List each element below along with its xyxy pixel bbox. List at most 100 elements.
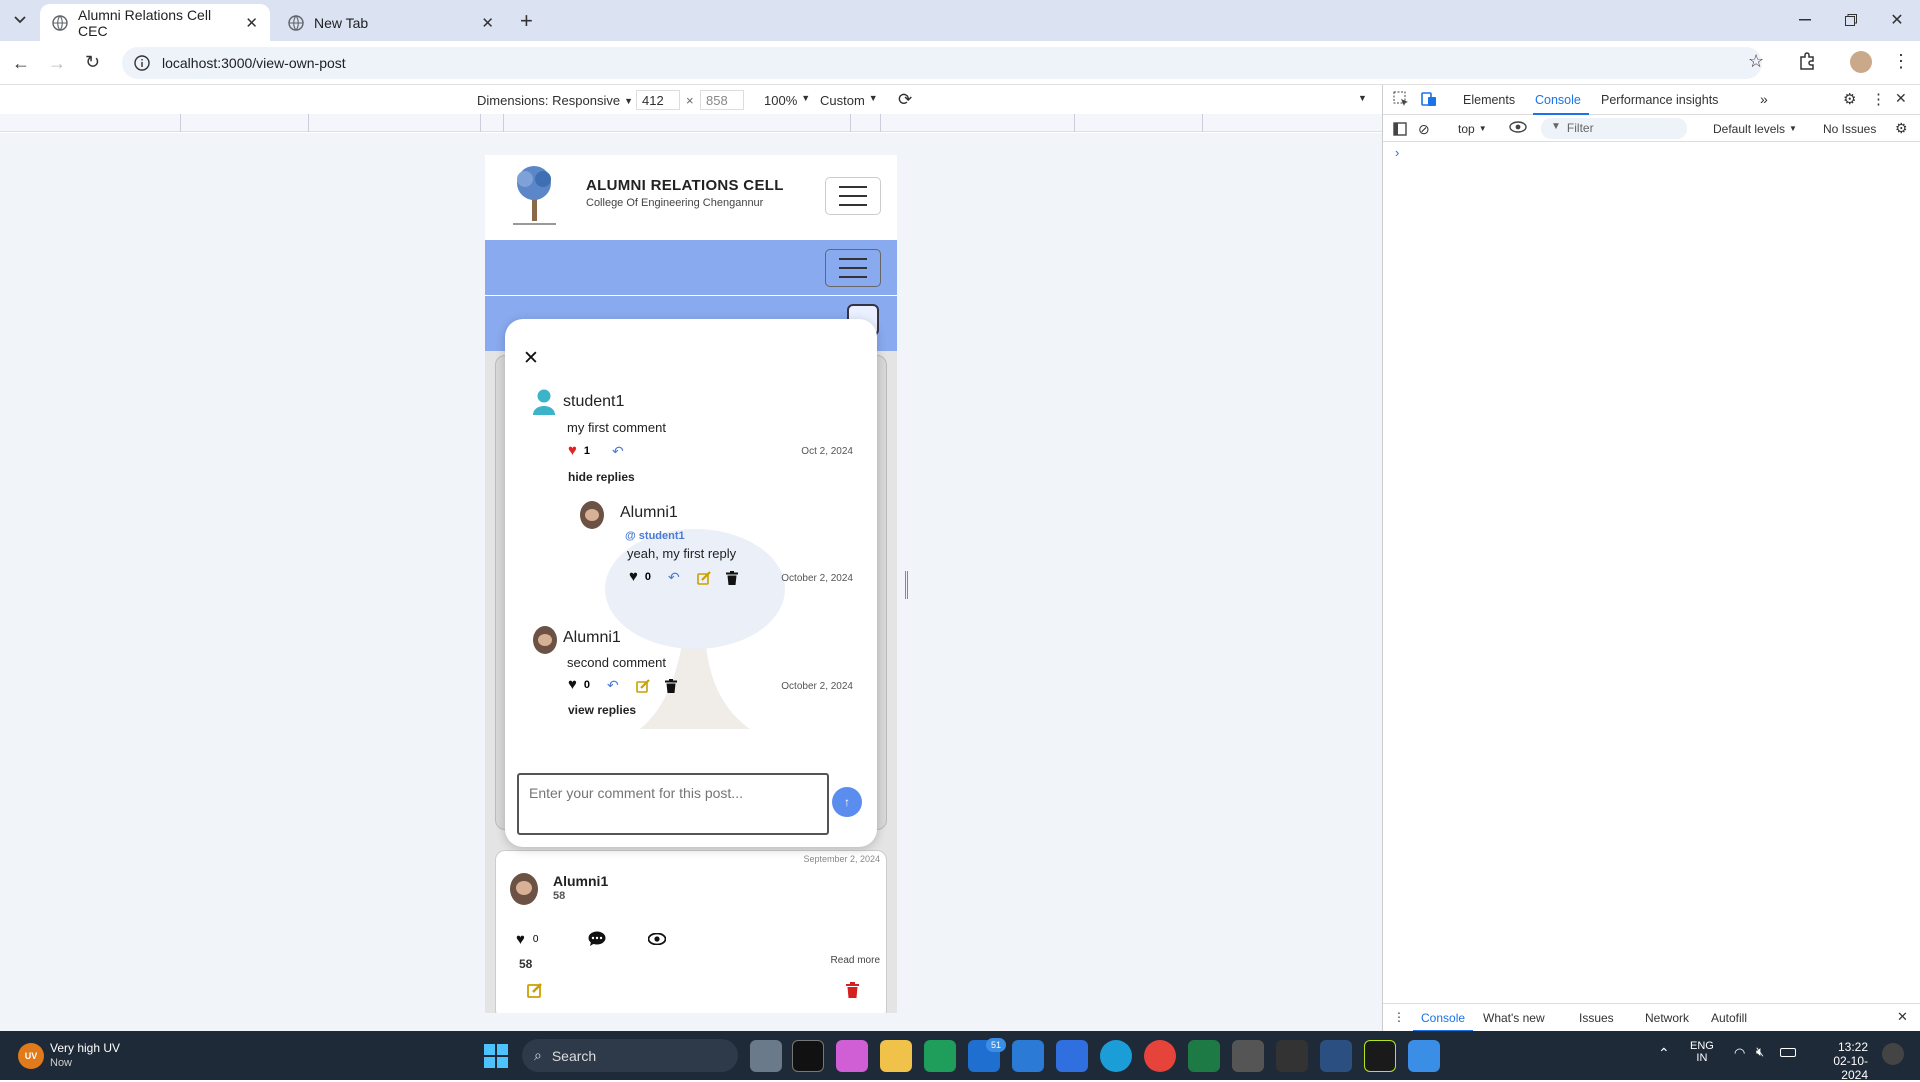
reply-icon[interactable]: ↶ bbox=[612, 443, 624, 460]
rotate-icon[interactable]: ⟳ bbox=[898, 90, 912, 110]
terminal-icon[interactable] bbox=[792, 1040, 824, 1072]
language-indicator[interactable]: ENG IN bbox=[1690, 1040, 1714, 1064]
edge-icon[interactable] bbox=[1100, 1040, 1132, 1072]
devtools-menu-icon[interactable]: ⋮ bbox=[1871, 90, 1886, 108]
drawer-tab-autofill[interactable]: Autofill bbox=[1711, 1011, 1747, 1025]
tab-alumni-relations[interactable]: Alumni Relations Cell CEC ✕ bbox=[40, 4, 270, 41]
forward-icon[interactable]: → bbox=[48, 53, 66, 74]
pycharm-icon[interactable] bbox=[1364, 1040, 1396, 1072]
throttle-select[interactable]: Custom ▼ bbox=[820, 93, 878, 108]
vscode-icon[interactable] bbox=[1012, 1040, 1044, 1072]
site-info-icon[interactable] bbox=[134, 55, 150, 71]
eye-icon[interactable] bbox=[648, 933, 666, 945]
app-icon-3[interactable] bbox=[1320, 1040, 1352, 1072]
copilot-icon[interactable] bbox=[836, 1040, 868, 1072]
taskbar-search-box[interactable]: ⌕ Search bbox=[522, 1039, 738, 1072]
issues-count[interactable]: No Issues bbox=[1823, 122, 1876, 136]
toggle-replies-link[interactable]: view replies bbox=[568, 703, 636, 717]
close-drawer-icon[interactable]: ✕ bbox=[1897, 1009, 1908, 1025]
reply-author-avatar[interactable] bbox=[580, 501, 604, 529]
edit-icon[interactable] bbox=[636, 679, 650, 693]
bookmark-star-icon[interactable]: ☆ bbox=[1748, 51, 1764, 72]
tab-performance-insights[interactable]: Performance insights bbox=[1601, 93, 1718, 107]
post-like-button[interactable]: ♥ 0 bbox=[516, 931, 538, 948]
device-more-icon[interactable]: ▼ bbox=[1358, 93, 1367, 103]
comment-like-button[interactable]: ♥ 0 bbox=[568, 676, 590, 693]
tab-search-icon[interactable] bbox=[8, 10, 32, 30]
send-comment-button[interactable]: ↑ bbox=[832, 787, 862, 817]
log-levels-select[interactable]: Default levels ▼ bbox=[1713, 122, 1797, 136]
profile-avatar[interactable] bbox=[1850, 51, 1872, 73]
excel-icon[interactable] bbox=[1188, 1040, 1220, 1072]
weather-title[interactable]: Very high UV bbox=[50, 1041, 120, 1055]
nav-menu-button[interactable] bbox=[825, 249, 881, 287]
close-tab-icon[interactable]: ✕ bbox=[481, 14, 494, 32]
live-expression-eye-icon[interactable] bbox=[1509, 120, 1527, 134]
restore-icon[interactable] bbox=[1828, 0, 1874, 40]
start-windows-icon[interactable] bbox=[484, 1044, 508, 1068]
read-more-link[interactable]: Read more bbox=[831, 955, 880, 966]
wifi-icon[interactable]: ◠ bbox=[1734, 1045, 1745, 1061]
trash-icon[interactable] bbox=[726, 571, 738, 585]
close-modal-icon[interactable]: ✕ bbox=[523, 347, 539, 370]
comment-author[interactable]: Alumni1 bbox=[563, 629, 621, 647]
settings-gear-icon[interactable]: ⚙ bbox=[1843, 90, 1856, 108]
toggle-replies-link[interactable]: hide replies bbox=[568, 470, 635, 484]
tab-console[interactable]: Console bbox=[1535, 93, 1581, 107]
zoom-select[interactable]: 100% ▼ bbox=[764, 93, 810, 108]
close-window-icon[interactable]: ✕ bbox=[1874, 0, 1920, 40]
clear-console-icon[interactable]: ⊘ bbox=[1418, 121, 1430, 138]
tab-new-tab[interactable]: New Tab ✕ bbox=[276, 4, 506, 41]
edit-icon[interactable] bbox=[697, 571, 711, 585]
drawer-menu-icon[interactable]: ⋮ bbox=[1393, 1010, 1405, 1024]
reply-icon[interactable]: ↶ bbox=[607, 677, 619, 694]
comment-like-button[interactable]: ♥ 1 bbox=[568, 442, 590, 459]
author-avatar[interactable] bbox=[510, 873, 538, 905]
extensions-icon[interactable] bbox=[1798, 52, 1816, 70]
more-tabs-icon[interactable]: » bbox=[1760, 91, 1768, 107]
notepad-icon[interactable] bbox=[1408, 1040, 1440, 1072]
resize-handle-right[interactable] bbox=[905, 571, 908, 599]
comment-author[interactable]: student1 bbox=[563, 393, 624, 411]
header-menu-button[interactable] bbox=[825, 177, 881, 215]
close-tab-icon[interactable]: ✕ bbox=[245, 14, 258, 32]
notifications-icon[interactable] bbox=[1882, 1043, 1904, 1065]
sheets-app-icon[interactable] bbox=[924, 1040, 956, 1072]
battery-icon[interactable] bbox=[1780, 1048, 1796, 1057]
comment-author-avatar[interactable] bbox=[533, 626, 557, 654]
chrome-icon[interactable] bbox=[1144, 1040, 1176, 1072]
site-logo[interactable] bbox=[507, 163, 562, 228]
comment-input[interactable] bbox=[517, 773, 829, 835]
media-query-ruler[interactable] bbox=[0, 114, 1382, 132]
drawer-tab-whats-new[interactable]: What's new bbox=[1483, 1011, 1545, 1025]
file-explorer-icon[interactable] bbox=[880, 1040, 912, 1072]
drawer-tab-network[interactable]: Network bbox=[1645, 1011, 1689, 1025]
app-icon-2[interactable] bbox=[1276, 1040, 1308, 1072]
reply-mention[interactable]: @ student1 bbox=[625, 530, 685, 542]
height-input[interactable]: 858 bbox=[700, 90, 744, 110]
width-input[interactable]: 412 bbox=[636, 90, 680, 110]
new-tab-plus-icon[interactable]: + bbox=[520, 8, 533, 34]
reply-author[interactable]: Alumni1 bbox=[620, 504, 678, 522]
trash-icon[interactable] bbox=[665, 679, 677, 693]
minimize-icon[interactable] bbox=[1782, 0, 1828, 40]
sidebar-toggle-icon[interactable] bbox=[1393, 122, 1407, 136]
reload-icon[interactable]: ↻ bbox=[85, 52, 100, 73]
back-icon[interactable]: ← bbox=[12, 53, 30, 74]
browser-menu-icon[interactable]: ⋮ bbox=[1892, 51, 1910, 72]
camera-app-icon[interactable] bbox=[1232, 1040, 1264, 1072]
console-filter-input[interactable]: ▼ Filter bbox=[1541, 118, 1687, 139]
drawer-tab-console[interactable]: Console bbox=[1421, 1011, 1465, 1025]
address-bar[interactable]: localhost:3000/view-own-post bbox=[122, 47, 1762, 79]
post-author[interactable]: Alumni1 bbox=[553, 873, 608, 889]
console-settings-icon[interactable]: ⚙ bbox=[1895, 120, 1908, 137]
delete-post-icon[interactable] bbox=[846, 982, 859, 998]
weather-uv-icon[interactable]: UV bbox=[18, 1043, 44, 1069]
dimensions-select[interactable]: Dimensions: Responsive ▼ bbox=[477, 93, 633, 108]
clock[interactable]: 13:22 02-10-2024 bbox=[1808, 1040, 1868, 1082]
app-icon[interactable] bbox=[1056, 1040, 1088, 1072]
reply-like-button[interactable]: ♥ 0 bbox=[629, 568, 651, 585]
tab-elements[interactable]: Elements bbox=[1463, 93, 1515, 107]
volume-muted-icon[interactable]: 🔇︎ bbox=[1756, 1044, 1764, 1060]
reply-icon[interactable]: ↶ bbox=[668, 569, 680, 586]
